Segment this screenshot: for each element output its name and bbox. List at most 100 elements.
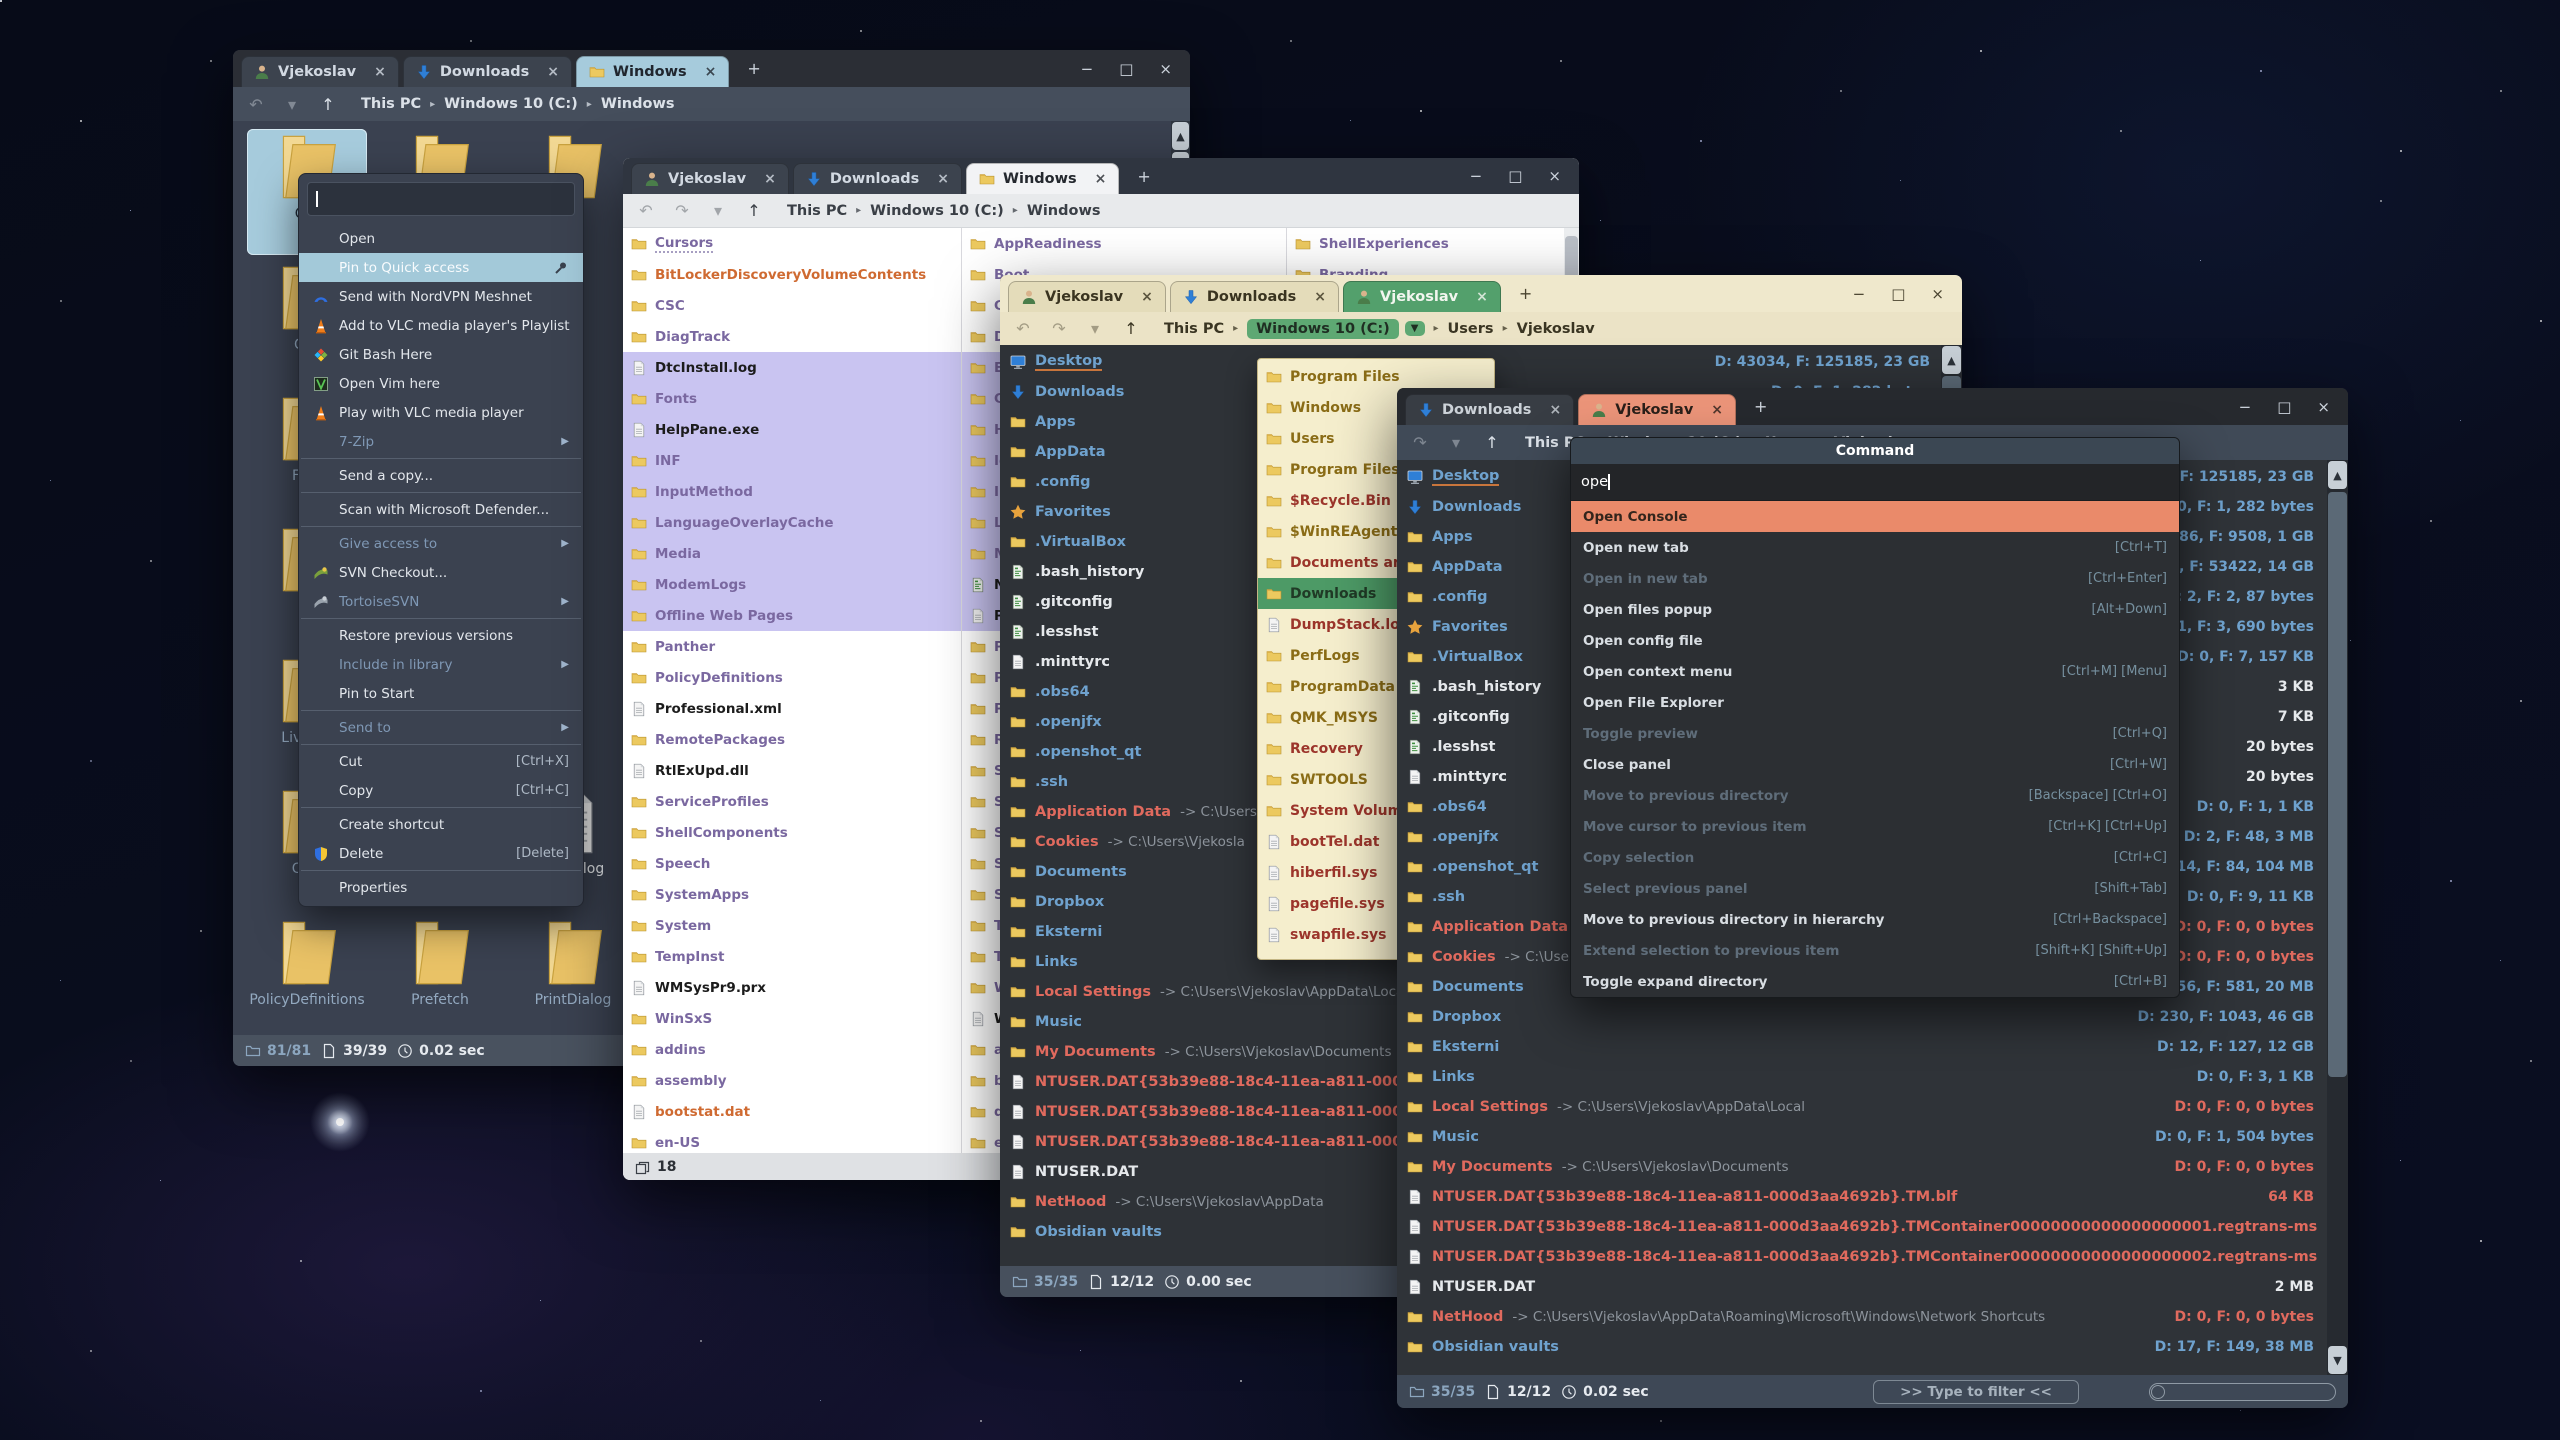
command-item-move-to-previous-directory-in-hierarchy[interactable]: Move to previous directory in hierarchy[…: [1571, 904, 2179, 935]
forward-icon[interactable]: ↷: [669, 201, 695, 220]
context-menu-item-give-access-to[interactable]: Give access to▶: [299, 529, 583, 558]
history-dropdown-icon[interactable]: ▾: [1443, 433, 1469, 452]
breadcrumb-windows-10-c[interactable]: Windows 10 (C:): [870, 203, 1004, 219]
file-row-bitlockerdiscoveryvolumecontents[interactable]: BitLockerDiscoveryVolumeContents: [623, 259, 961, 290]
forward-icon[interactable]: ↷: [1407, 433, 1433, 452]
close-button[interactable]: ×: [1548, 167, 1561, 185]
close-button[interactable]: ×: [2317, 398, 2330, 416]
w2-titlebar[interactable]: Vjekoslav×Downloads×Windows×+ − □ ×: [623, 158, 1579, 194]
context-menu-item-tortoisesvn[interactable]: TortoiseSVN▶: [299, 587, 583, 616]
file-row-bootstat-dat[interactable]: bootstat.dat: [623, 1096, 961, 1127]
tab-close-icon[interactable]: ×: [705, 64, 717, 80]
file-row-professional-xml[interactable]: Professional.xml: [623, 693, 961, 724]
command-item-move-to-previous-directory[interactable]: Move to previous directory[Backspace] [C…: [1571, 780, 2179, 811]
file-tile-policydefinitions[interactable]: PolicyDefinitions: [247, 915, 367, 1035]
tab-close-icon[interactable]: ×: [1095, 171, 1107, 187]
file-row-appreadiness[interactable]: AppReadiness: [962, 228, 1286, 259]
file-row-diagtrack[interactable]: DiagTrack: [623, 321, 961, 352]
command-item-open-file-explorer[interactable]: Open File Explorer: [1571, 687, 2179, 718]
context-menu-item-open[interactable]: Open: [299, 224, 583, 253]
file-row-helppane-exe[interactable]: HelpPane.exe: [623, 414, 961, 445]
breadcrumb-this-pc[interactable]: This PC: [1164, 321, 1224, 337]
context-menu-item-open-vim-here[interactable]: Open Vim here: [299, 369, 583, 398]
tab-close-icon[interactable]: ×: [374, 64, 386, 80]
command-item-open-files-popup[interactable]: Open files popup[Alt+Down]: [1571, 594, 2179, 625]
context-menu-item-play-with-vlc-media-player[interactable]: Play with VLC media player: [299, 398, 583, 427]
tab-windows[interactable]: Windows×: [576, 56, 729, 87]
tab-windows[interactable]: Windows×: [966, 163, 1119, 194]
file-row-offline-web-pages[interactable]: Offline Web Pages: [623, 600, 961, 631]
context-menu-item-svn-checkout[interactable]: SVN Checkout...: [299, 558, 583, 587]
up-icon[interactable]: ↑: [315, 95, 341, 114]
file-row-wmsyspr9-prx[interactable]: WMSysPr9.prx: [623, 972, 961, 1003]
minimize-button[interactable]: −: [2239, 398, 2252, 416]
context-menu-item-copy[interactable]: Copy[Ctrl+C]: [299, 776, 583, 805]
scroll-up-button[interactable]: ▲: [1172, 122, 1189, 150]
tab-downloads[interactable]: Downloads×: [793, 163, 962, 194]
command-item-extend-selection-to-previous-item[interactable]: Extend selection to previous item[Shift+…: [1571, 935, 2179, 966]
w4-titlebar[interactable]: Downloads×Vjekoslav×+ − □ ×: [1397, 388, 2348, 425]
tab-vjekoslav[interactable]: Vjekoslav×: [631, 163, 789, 194]
scroll-up-button[interactable]: ▲: [2328, 461, 2347, 489]
context-menu-item-send-to[interactable]: Send to▶: [299, 713, 583, 742]
breadcrumb-users[interactable]: Users: [1448, 321, 1494, 337]
breadcrumb-this-pc[interactable]: This PC: [787, 203, 847, 219]
new-tab-button[interactable]: +: [1740, 397, 1781, 416]
file-row-inputmethod[interactable]: InputMethod: [623, 476, 961, 507]
tab-vjekoslav[interactable]: Vjekoslav×: [1008, 281, 1166, 312]
close-button[interactable]: ×: [1159, 60, 1172, 78]
breadcrumb-drive-chip[interactable]: Windows 10 (C:)▼: [1247, 319, 1424, 339]
tab-close-icon[interactable]: ×: [1549, 402, 1561, 418]
file-tile-prefetch[interactable]: Prefetch: [380, 915, 500, 1035]
command-item-close-panel[interactable]: Close panel[Ctrl+W]: [1571, 749, 2179, 780]
context-menu-item-cut[interactable]: Cut[Ctrl+X]: [299, 747, 583, 776]
scrollbar-thumb[interactable]: [2328, 492, 2347, 1077]
tab-close-icon[interactable]: ×: [1314, 289, 1326, 305]
scroll-down-button[interactable]: ▼: [2328, 1346, 2347, 1374]
file-row-speech[interactable]: Speech: [623, 848, 961, 879]
command-item-open-console[interactable]: Open Console: [1571, 501, 2179, 532]
tab-close-icon[interactable]: ×: [764, 171, 776, 187]
new-tab-button[interactable]: +: [733, 59, 774, 78]
file-row-fonts[interactable]: Fonts: [623, 383, 961, 414]
file-tile-printdialog[interactable]: PrintDialog: [513, 915, 633, 1035]
file-row-ntuser-dat-53b39e88-18c4-11ea-a811-000d3[interactable]: NTUSER.DAT{53b39e88-18c4-11ea-a811-000d3…: [1397, 1182, 2324, 1212]
context-menu-item-delete[interactable]: Delete[Delete]: [299, 839, 583, 868]
maximize-button[interactable]: □: [2277, 398, 2291, 416]
back-icon[interactable]: ↶: [633, 201, 659, 220]
file-row-cursors[interactable]: Cursors: [623, 228, 961, 259]
file-row-assembly[interactable]: assembly: [623, 1065, 961, 1096]
context-menu-item-create-shortcut[interactable]: Create shortcut: [299, 810, 583, 839]
tab-close-icon[interactable]: ×: [937, 171, 949, 187]
tab-close-icon[interactable]: ×: [1476, 289, 1488, 305]
breadcrumb-vjekoslav[interactable]: Vjekoslav: [1517, 321, 1595, 337]
close-button[interactable]: ×: [1931, 285, 1944, 303]
file-row-dtcinstall-log[interactable]: DtcInstall.log: [623, 352, 961, 383]
command-item-toggle-expand-directory[interactable]: Toggle expand directory[Ctrl+B]: [1571, 966, 2179, 997]
file-row-my-documents[interactable]: My Documents-> C:\Users\Vjekoslav\Docume…: [1397, 1152, 2324, 1182]
context-menu-item-restore-previous-versions[interactable]: Restore previous versions: [299, 621, 583, 650]
context-menu-item-7-zip[interactable]: 7-Zip▶: [299, 427, 583, 456]
maximize-button[interactable]: □: [1891, 285, 1905, 303]
breadcrumb-windows[interactable]: Windows: [1027, 203, 1101, 219]
scroll-up-button[interactable]: ▲: [1942, 346, 1961, 374]
drive-chip-dropdown-icon[interactable]: ▼: [1405, 321, 1425, 336]
command-item-open-config-file[interactable]: Open config file: [1571, 625, 2179, 656]
w1-titlebar[interactable]: Vjekoslav×Downloads×Windows×+ − □ ×: [233, 50, 1190, 87]
breadcrumb-this-pc[interactable]: This PC: [361, 96, 421, 112]
minimize-button[interactable]: −: [1470, 167, 1483, 185]
file-row-languageoverlaycache[interactable]: LanguageOverlayCache: [623, 507, 961, 538]
file-row-system[interactable]: System: [623, 910, 961, 941]
command-item-open-context-menu[interactable]: Open context menu[Ctrl+M] [Menu]: [1571, 656, 2179, 687]
file-row-links[interactable]: LinksD: 0, F: 3, 1 KB: [1397, 1062, 2324, 1092]
file-row-serviceprofiles[interactable]: ServiceProfiles: [623, 786, 961, 817]
file-row-ntuser-dat[interactable]: NTUSER.DAT2 MB: [1397, 1272, 2324, 1302]
tab-downloads[interactable]: Downloads×: [1405, 394, 1574, 425]
tab-vjekoslav[interactable]: Vjekoslav×: [1578, 394, 1736, 425]
scrollbar-thumb[interactable]: [1565, 236, 1578, 278]
context-menu-item-git-bash-here[interactable]: Git Bash Here: [299, 340, 583, 369]
file-row-modemlogs[interactable]: ModemLogs: [623, 569, 961, 600]
tab-close-icon[interactable]: ×: [1711, 402, 1723, 418]
tab-vjekoslav[interactable]: Vjekoslav×: [241, 56, 399, 87]
history-dropdown-icon[interactable]: ▾: [279, 95, 305, 114]
